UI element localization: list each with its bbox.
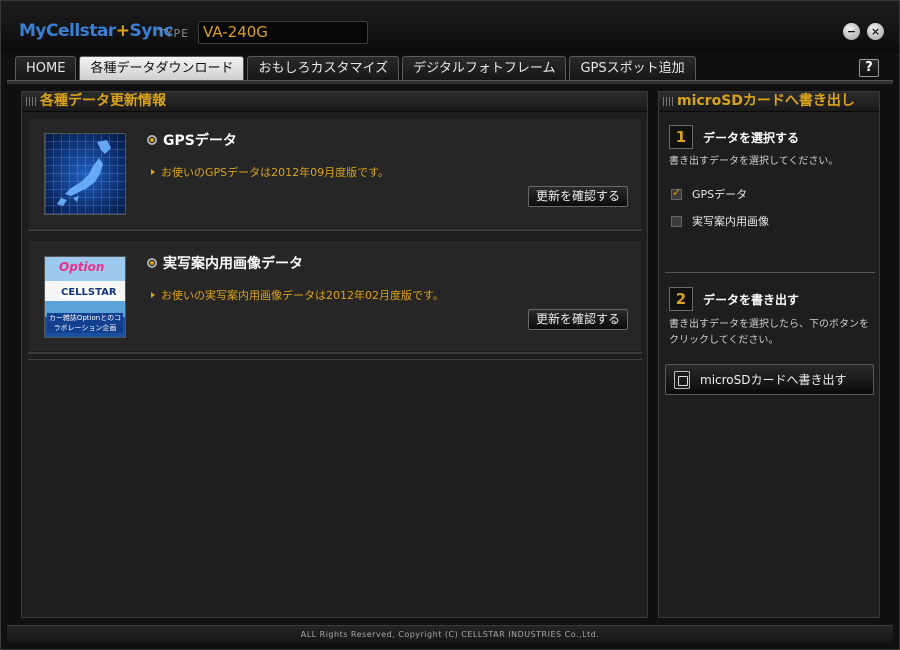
option-logo-text: Option — [59, 260, 105, 274]
type-label: TYPE — [158, 27, 190, 40]
item-info-text: お使いのGPSデータは2012年09月度版です。 — [161, 166, 390, 179]
step-number-badge: 1 — [669, 125, 693, 149]
checkbox-gps-data[interactable]: GPSデータ — [671, 186, 747, 202]
divider — [665, 272, 875, 273]
close-icon[interactable]: × — [867, 23, 884, 40]
item-info-text: お使いの実写案内用画像データは2012年02月度版です。 — [161, 289, 444, 302]
minimize-icon[interactable]: − — [843, 23, 860, 40]
write-to-microsd-button[interactable]: microSDカードへ書き出す — [665, 364, 874, 395]
microsd-panel-header: microSDカードへ書き出し — [659, 92, 879, 112]
photo-data-title: 実写案内用画像データ — [147, 253, 303, 273]
checkbox-photo-images[interactable]: 実写案内用画像 — [671, 213, 769, 229]
step-select-data: 1 データを選択する — [669, 125, 799, 149]
item-title-text: 実写案内用画像データ — [163, 256, 303, 272]
device-type-field: VA-240G — [198, 21, 368, 44]
title-bar: MyCellstar+Sync TYPE VA-240G − × — [1, 1, 899, 53]
copyright-footer: ALL Rights Reserved, Copyright (C) CELLS… — [7, 625, 893, 643]
collab-banner-text: カー雑誌Optionとのコラボレーション企画 — [47, 313, 123, 333]
panel-title: 各種データ更新情報 — [40, 93, 166, 109]
tab-customize[interactable]: おもしろカスタマイズ — [247, 56, 400, 80]
checkbox-label: 実写案内用画像 — [692, 215, 769, 228]
check-update-button[interactable]: 更新を確認する — [528, 186, 628, 207]
step-description: 書き出すデータを選択してください。 — [669, 156, 839, 167]
gps-data-title: GPSデータ — [147, 130, 237, 150]
app-window: MyCellstar+Sync TYPE VA-240G − × HOME 各種… — [0, 0, 900, 650]
checkbox-checked-icon[interactable] — [671, 186, 682, 200]
japan-map-thumbnail — [44, 133, 126, 215]
write-button-label: microSDカードへ書き出す — [700, 373, 847, 387]
gps-data-item: GPSデータ お使いのGPSデータは2012年09月度版です。 更新を確認する — [28, 117, 642, 229]
logo-plus: + — [115, 21, 130, 41]
check-update-button[interactable]: 更新を確認する — [528, 309, 628, 330]
tab-data-download[interactable]: 各種データダウンロード — [79, 56, 245, 80]
tab-photo-frame[interactable]: デジタルフォトフレーム — [402, 56, 567, 80]
triangle-bullet-icon — [151, 169, 155, 175]
data-update-panel: 各種データ更新情報 GPSデータ お使いのGPSデータは2012年09月度版です… — [21, 91, 648, 618]
checkbox-unchecked-icon[interactable] — [671, 215, 682, 227]
data-update-panel-header: 各種データ更新情報 — [22, 92, 647, 112]
checkbox-label: GPSデータ — [692, 188, 748, 201]
tab-underline — [7, 80, 893, 84]
tab-gps-spot[interactable]: GPSスポット追加 — [569, 56, 696, 80]
photo-data-info: お使いの実写案内用画像データは2012年02月度版です。 — [151, 287, 444, 303]
step-write-data: 2 データを書き出す — [669, 287, 799, 311]
main-tabs: HOME 各種データダウンロード おもしろカスタマイズ デジタルフォトフレーム … — [15, 56, 696, 80]
japan-map-icon — [57, 140, 111, 206]
tab-home[interactable]: HOME — [15, 56, 77, 80]
sd-card-icon — [674, 370, 690, 389]
triangle-bullet-icon — [151, 292, 155, 298]
step-label: データを選択する — [703, 130, 800, 145]
logo-text: MyCellstar — [19, 21, 116, 41]
grip-icon — [663, 97, 673, 106]
radio-bullet-icon — [147, 135, 157, 145]
step-label: データを書き出す — [703, 292, 800, 307]
app-logo: MyCellstar+Sync — [19, 21, 174, 41]
photo-guide-thumbnail: Option CELLSTAR カー雑誌Optionとのコラボレーション企画 — [44, 256, 126, 338]
divider — [28, 359, 642, 360]
help-button[interactable]: ? — [859, 59, 879, 77]
radio-bullet-icon — [147, 258, 157, 268]
panel-title: microSDカードへ書き出し — [677, 93, 855, 109]
microsd-export-panel: microSDカードへ書き出し 1 データを選択する 書き出すデータを選択してく… — [658, 91, 880, 618]
step-description: 書き出すデータを選択したら、下のボタンをクリックしてください。 — [669, 319, 869, 346]
grip-icon — [26, 97, 36, 106]
item-title-text: GPSデータ — [163, 133, 237, 149]
step-number-badge: 2 — [669, 287, 693, 311]
cellstar-logo-text: CELLSTAR — [59, 287, 119, 298]
photo-data-item: Option CELLSTAR カー雑誌Optionとのコラボレーション企画 実… — [28, 240, 642, 352]
gps-data-info: お使いのGPSデータは2012年09月度版です。 — [151, 164, 389, 180]
